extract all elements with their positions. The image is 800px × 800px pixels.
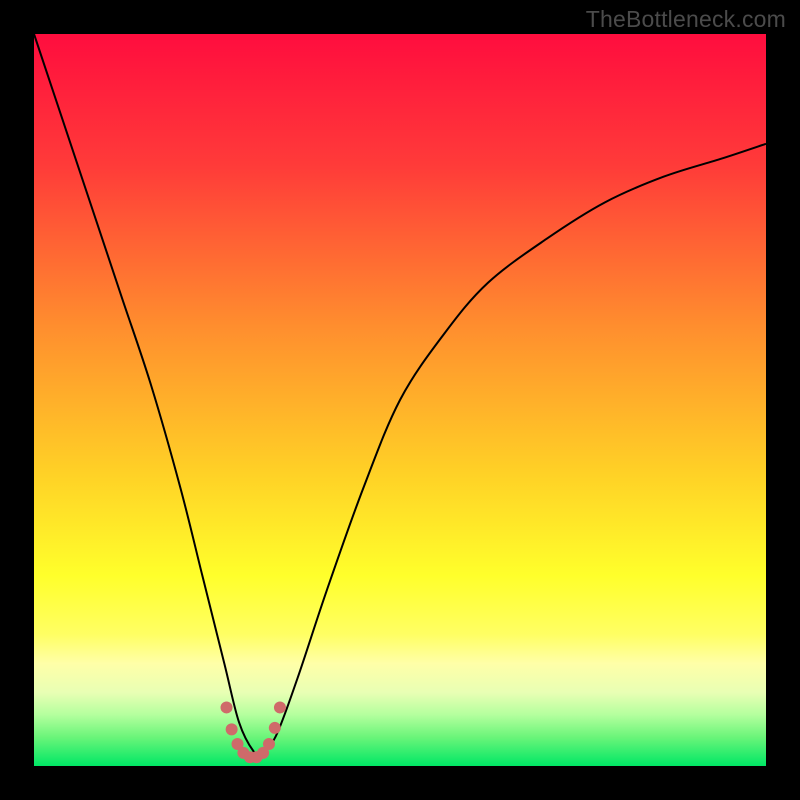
chart-frame: TheBottleneck.com (0, 0, 800, 800)
bottleneck-curve (34, 34, 766, 754)
valley-marker (263, 738, 275, 750)
plot-area (34, 34, 766, 766)
valley-marker (269, 722, 281, 734)
chart-svg (34, 34, 766, 766)
valley-marker (274, 701, 286, 713)
valley-marker (221, 701, 233, 713)
watermark-text: TheBottleneck.com (586, 6, 786, 33)
valley-marker (226, 723, 238, 735)
